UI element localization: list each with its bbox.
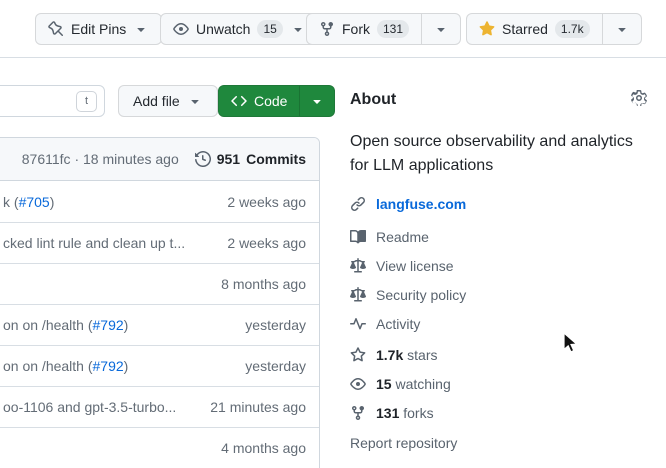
star-filled-icon [479, 21, 495, 37]
code-dropdown-button[interactable] [299, 86, 334, 116]
about-stat-item[interactable]: 1.7k stars [350, 347, 437, 363]
stars-count-badge: 1.7k [555, 20, 590, 38]
pr-number-link[interactable]: #705 [19, 194, 50, 210]
about-sidebar: About Open source observability and anal… [350, 58, 666, 468]
file-table-row: 4 months ago [0, 427, 319, 468]
file-table-row: k (#705) 2 weeks ago [0, 181, 319, 222]
commit-history-link[interactable]: 951 Commits [195, 151, 306, 167]
chevron-down-icon [290, 21, 306, 37]
history-icon [195, 151, 211, 167]
repo-description: Open source observability and analytics … [350, 130, 646, 178]
fork-dropdown-button[interactable] [421, 14, 460, 44]
gear-icon [631, 90, 647, 106]
repo-website-link[interactable]: langfuse.com [350, 196, 466, 212]
code-button[interactable]: Code [219, 86, 299, 116]
commit-date[interactable]: 2 weeks ago [227, 235, 306, 251]
star-dropdown-button[interactable] [602, 14, 641, 44]
fork-button-group: Fork 131 [306, 13, 461, 45]
about-stat-item[interactable]: 15 watching [350, 376, 451, 392]
website-label: langfuse.com [376, 196, 466, 212]
file-table-row: on on /health (#792) yesterday [0, 345, 319, 386]
commit-date[interactable]: 8 months ago [221, 276, 306, 292]
file-table-row: cked lint rule and clean up t... 2 weeks… [0, 222, 319, 263]
pr-number-link[interactable]: #792 [93, 358, 124, 374]
watchers-count-badge: 15 [257, 20, 282, 38]
chevron-down-icon [187, 93, 203, 109]
commit-message[interactable]: cked lint rule and clean up t... [3, 235, 215, 251]
keyboard-shortcut-badge: t [76, 91, 97, 112]
about-link-item[interactable]: Activity [350, 316, 420, 332]
file-table-row: oo-1106 and gpt-3.5-turbo... 21 minutes … [0, 386, 319, 427]
fork-button[interactable]: Fork 131 [307, 14, 421, 44]
eye-icon [350, 376, 366, 392]
commit-hash[interactable]: 87611fc [22, 151, 71, 167]
book-icon [350, 229, 366, 245]
law-icon [350, 258, 366, 274]
commit-date[interactable]: 4 months ago [221, 440, 306, 456]
fork-label: Fork [342, 21, 370, 37]
about-link-item[interactable]: View license [350, 258, 454, 274]
file-rows: k (#705) 2 weeks ago cked lint rule and … [0, 181, 319, 468]
commit-time: 18 minutes ago [83, 151, 179, 167]
go-to-file-input[interactable]: t [0, 85, 105, 117]
unwatch-button[interactable]: Unwatch 15 [160, 13, 319, 45]
about-stat-item[interactable]: 131 forks [350, 405, 434, 421]
add-file-label: Add file [133, 93, 180, 109]
chevron-down-icon [614, 21, 630, 37]
pin-icon [48, 21, 64, 37]
eye-icon [173, 21, 189, 37]
law-icon [350, 287, 366, 303]
code-icon [231, 93, 247, 109]
commit-meta-separator: · [74, 151, 79, 167]
file-table-row: on on /health (#792) yesterday [0, 304, 319, 345]
starred-label: Starred [502, 21, 548, 37]
chevron-down-icon [433, 21, 449, 37]
github-repo-page: Edit Pins Unwatch 15 Fork 131 Starred 1. [0, 0, 666, 468]
code-button-group: Code [218, 85, 335, 117]
commit-message[interactable]: oo-1106 and gpt-3.5-turbo... [3, 399, 198, 415]
commit-date[interactable]: 21 minutes ago [210, 399, 306, 415]
code-label: Code [254, 93, 287, 109]
edit-pins-label: Edit Pins [71, 21, 126, 37]
repo-settings-button[interactable] [628, 87, 650, 109]
star-icon [350, 347, 366, 363]
about-link-item[interactable]: Security policy [350, 287, 466, 303]
chevron-down-icon [133, 21, 149, 37]
file-table-row: 8 months ago [0, 263, 319, 304]
add-file-button[interactable]: Add file [118, 85, 218, 117]
about-title: About [350, 91, 396, 109]
commit-date[interactable]: yesterday [245, 317, 306, 333]
starred-button[interactable]: Starred 1.7k [467, 14, 602, 44]
link-icon [350, 196, 366, 212]
chevron-down-icon [309, 93, 325, 109]
pr-number-link[interactable]: #792 [93, 317, 124, 333]
commit-date[interactable]: yesterday [245, 358, 306, 374]
commits-label: Commits [246, 151, 306, 167]
commit-message[interactable]: k (#705) [3, 194, 215, 210]
report-repository-link[interactable]: Report repository [350, 435, 457, 451]
unwatch-label: Unwatch [196, 21, 250, 37]
commit-date[interactable]: 2 weeks ago [227, 194, 306, 210]
file-browser: 87611fc · 18 minutes ago 951 Commits k (… [0, 137, 320, 468]
star-button-group: Starred 1.7k [466, 13, 642, 45]
pulse-icon [350, 316, 366, 332]
fork-icon [350, 405, 366, 421]
repo-forked-icon [319, 21, 335, 37]
latest-commit-bar: 87611fc · 18 minutes ago 951 Commits [0, 138, 319, 181]
commit-message[interactable]: on on /health (#792) [3, 317, 233, 333]
edit-pins-button[interactable]: Edit Pins [35, 13, 162, 45]
forks-count-badge: 131 [377, 20, 409, 38]
about-link-item[interactable]: Readme [350, 229, 429, 245]
commit-message[interactable]: on on /health (#792) [3, 358, 233, 374]
repo-action-bar: Edit Pins Unwatch 15 Fork 131 Starred 1. [0, 0, 666, 58]
commits-count: 951 [217, 151, 240, 167]
latest-commit-meta[interactable]: 87611fc · 18 minutes ago [22, 151, 179, 167]
